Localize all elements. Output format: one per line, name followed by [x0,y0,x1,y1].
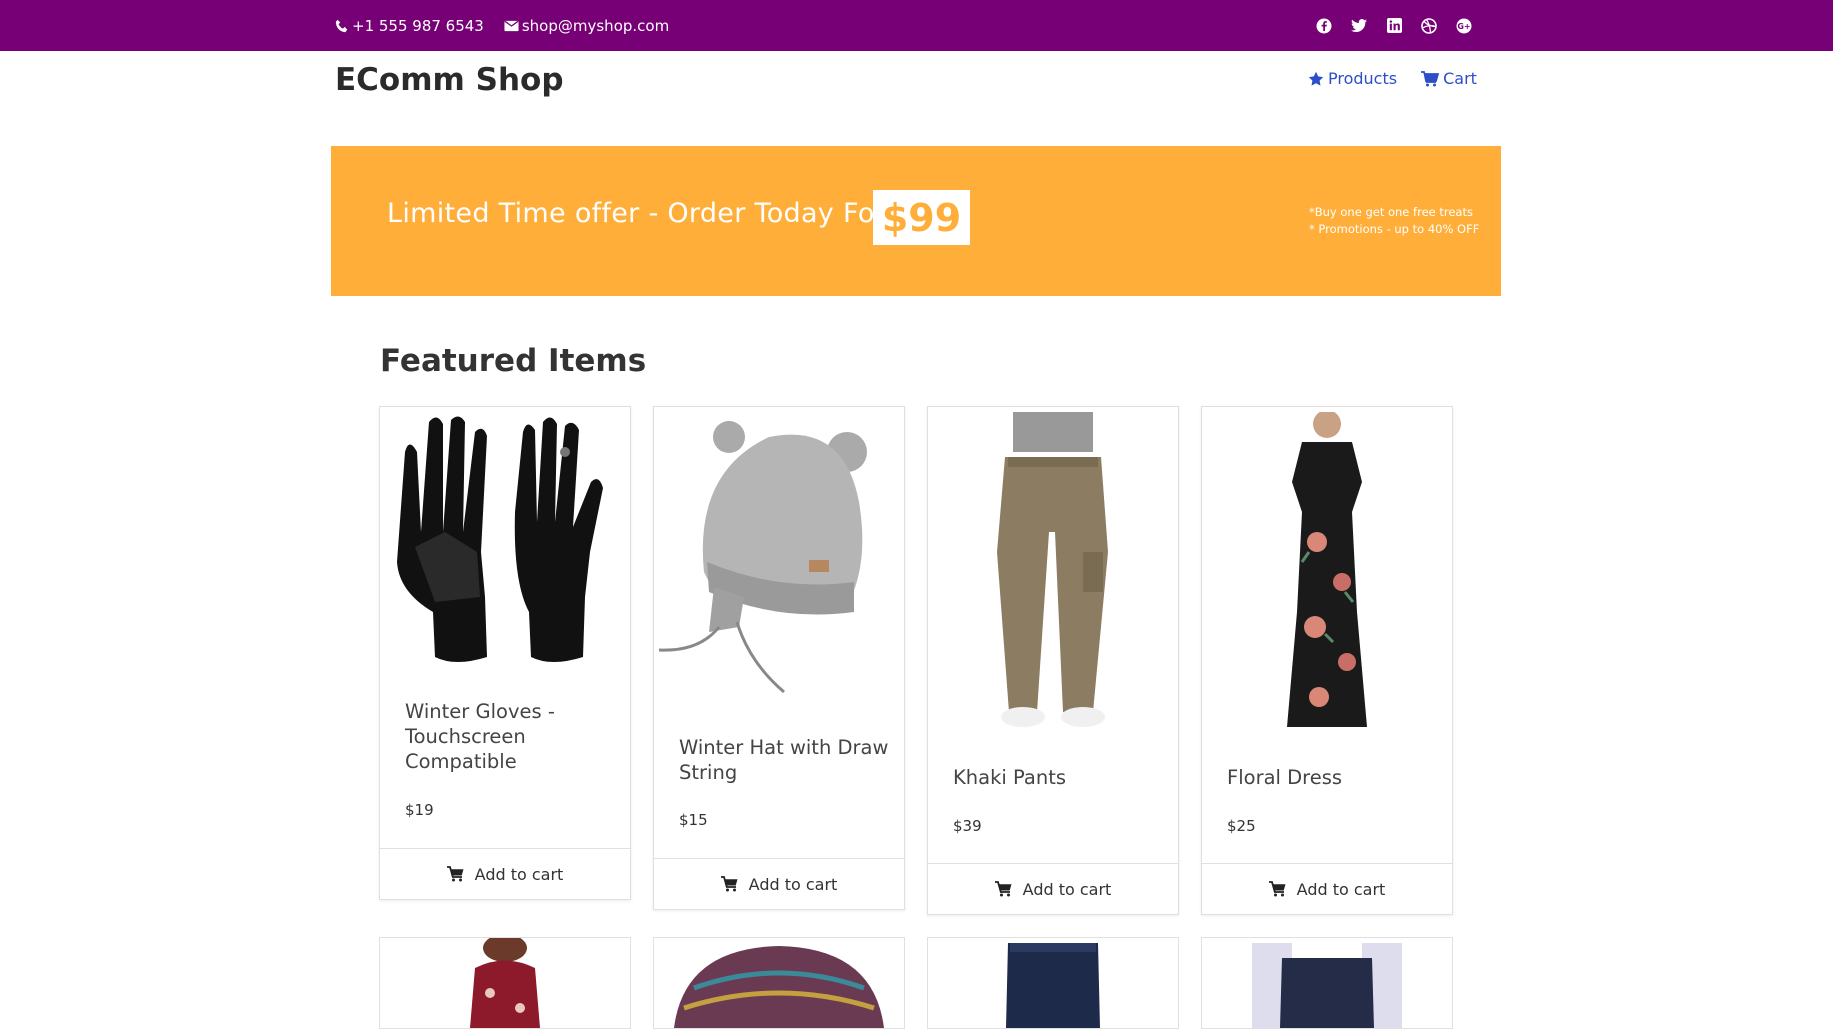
product-title[interactable]: Winter Hat with Draw String [679,735,889,785]
product-price: $39 [953,817,982,835]
twitter-icon[interactable] [1350,17,1368,35]
facebook-icon[interactable] [1315,17,1333,35]
phone-number: +1 555 987 6543 [352,16,484,35]
product-image-blouse[interactable] [380,938,630,1028]
product-card: Floral Dress $25 Add to cart [1201,406,1453,915]
banner-headline: Limited Time offer - Order Today For [387,198,887,229]
banner-note-2: * Promotions - up to 40% OFF [1309,222,1480,236]
add-to-cart-button[interactable]: Add to cart [1202,863,1452,914]
product-image-hat[interactable] [658,412,899,702]
email-link[interactable]: shop@myshop.com [504,17,669,35]
nav-cart-label: Cart [1443,69,1477,88]
svg-text:G+: G+ [1457,22,1470,31]
social-links: G+ [1315,0,1473,51]
add-to-cart-label: Add to cart [748,874,838,894]
phone-link[interactable]: +1 555 987 6543 [335,17,484,35]
product-title[interactable]: Floral Dress [1227,765,1437,790]
product-card: Winter Gloves - Touchscreen Compatible $… [379,406,631,900]
add-to-cart-button[interactable]: Add to cart [654,858,904,909]
banner-notes: *Buy one get one free treats * Promotion… [1309,204,1479,238]
main-nav: Products Cart [1308,69,1477,88]
nav-cart-link[interactable]: Cart [1421,69,1477,88]
product-image-gloves[interactable] [385,412,625,672]
contact-info: +1 555 987 6543 shop@myshop.com [335,0,669,51]
nav-products-link[interactable]: Products [1308,69,1397,88]
envelope-icon [504,20,519,31]
product-card: Winter Hat with Draw String $15 Add to c… [653,406,905,910]
cart-icon [1421,70,1440,86]
add-to-cart-label: Add to cart [474,864,564,884]
product-card: Khaki Pants $39 Add to cart [927,406,1179,915]
top-bar: +1 555 987 6543 shop@myshop.com G+ [0,0,1833,51]
promo-banner[interactable]: Limited Time offer - Order Today For $99… [331,146,1501,296]
cart-icon [1268,881,1286,897]
product-card [927,937,1179,1029]
add-to-cart-button[interactable]: Add to cart [380,848,630,899]
product-card [653,937,905,1029]
nav-products-label: Products [1328,69,1398,88]
product-price: $15 [679,811,708,829]
banner-note-1: *Buy one get one free treats [1309,205,1473,219]
product-title[interactable]: Khaki Pants [953,765,1163,790]
product-title[interactable]: Winter Gloves - Touchscreen Compatible [405,699,615,774]
phone-icon [335,19,348,32]
cart-icon [994,881,1012,897]
product-image-beanie[interactable] [654,938,904,1028]
add-to-cart-label: Add to cart [1296,879,1386,899]
product-price: $25 [1227,817,1256,835]
product-image-dress[interactable] [1207,410,1447,732]
product-price: $19 [405,801,434,819]
star-icon [1308,71,1324,86]
product-image-trousers[interactable] [1202,938,1452,1028]
cart-icon [720,876,738,892]
featured-title: Featured Items [380,343,647,379]
add-to-cart-label: Add to cart [1022,879,1112,899]
banner-price: $99 [873,190,970,245]
cart-icon [446,866,464,882]
product-image-jeans[interactable] [928,938,1178,1028]
product-card [1201,937,1453,1029]
email-address: shop@myshop.com [521,16,670,35]
product-image-pants[interactable] [933,412,1173,732]
brand-logo[interactable]: EComm Shop [335,62,564,98]
add-to-cart-button[interactable]: Add to cart [928,863,1178,914]
google-plus-icon[interactable]: G+ [1455,17,1473,35]
linkedin-icon[interactable] [1385,17,1403,35]
dribbble-icon[interactable] [1420,17,1438,35]
product-card [379,937,631,1029]
